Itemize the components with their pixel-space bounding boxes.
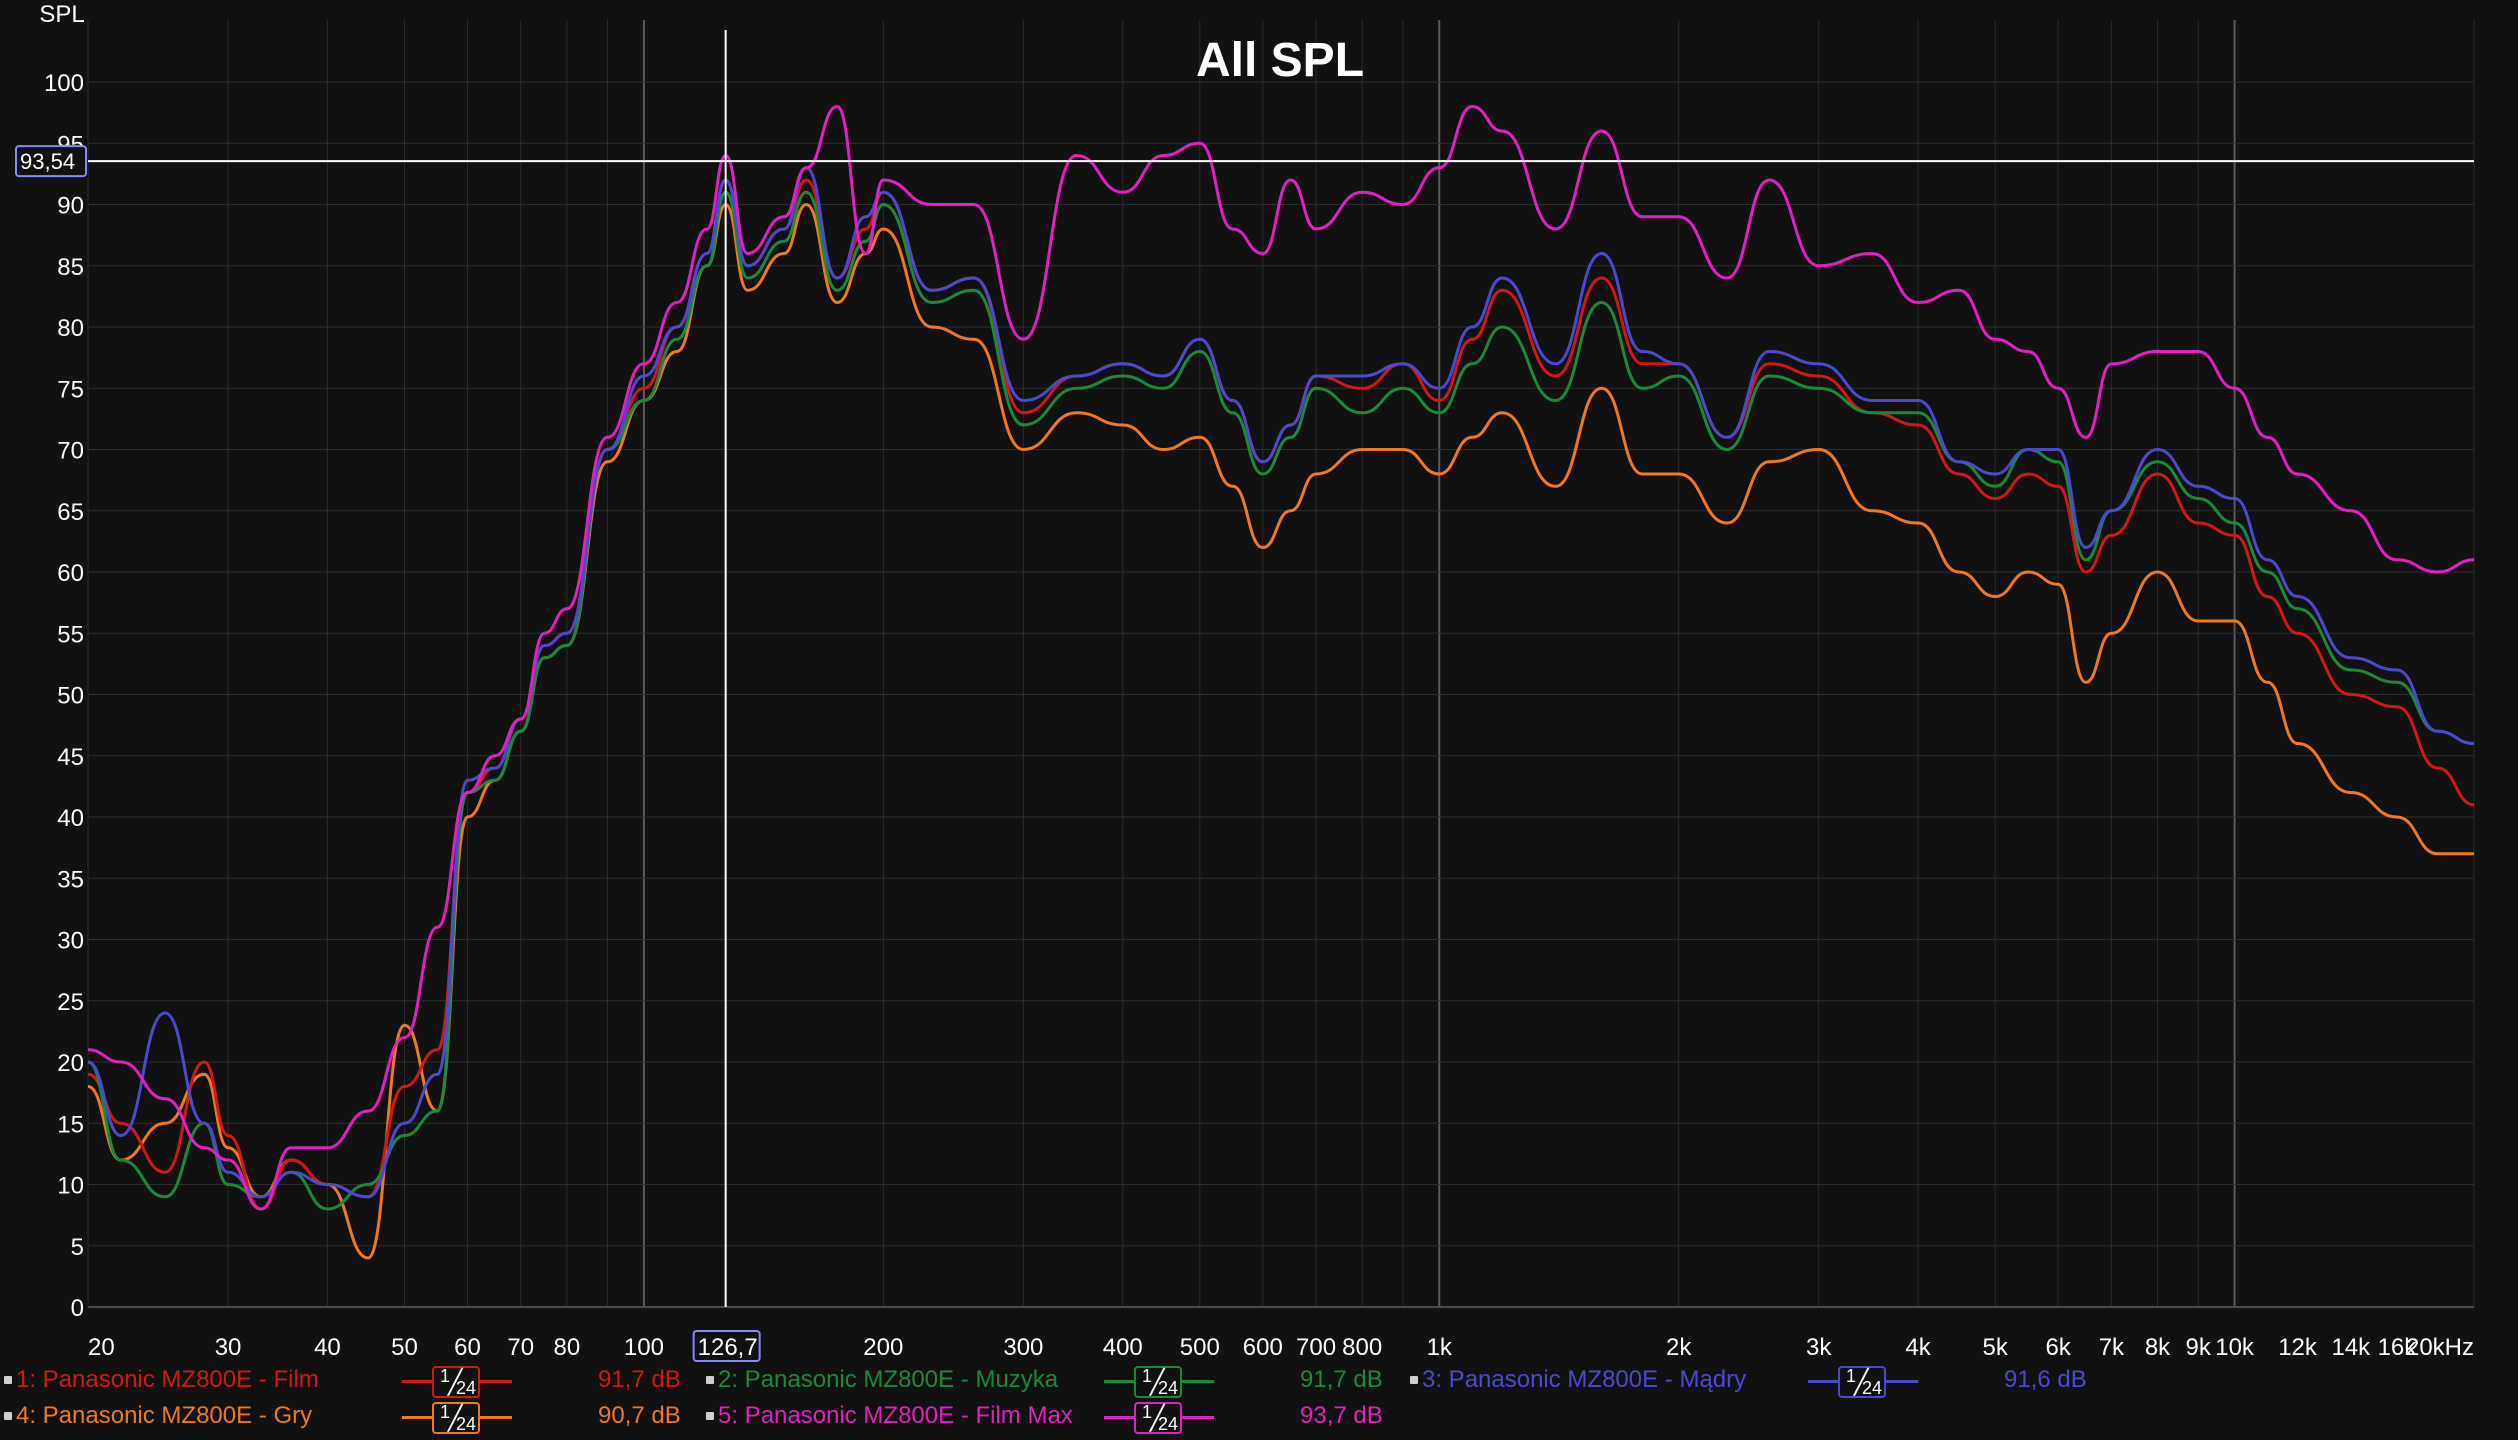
y-tick-label: 100: [44, 70, 84, 97]
smoothing-box: 1 ╱ 24: [432, 1366, 480, 1398]
smoothing-denominator: 24: [1862, 1378, 1883, 1398]
x-tick-label: 7k: [2099, 1334, 2125, 1361]
y-tick-label: 50: [57, 683, 84, 710]
x-tick-label: 200: [863, 1334, 903, 1361]
y-tick-label: 75: [57, 376, 84, 403]
series-visibility-checkbox[interactable]: [706, 1376, 714, 1384]
x-tick-label: 12k: [2278, 1334, 2318, 1361]
x-tick-label: 30: [215, 1334, 242, 1361]
x-tick-label: 40: [314, 1334, 341, 1361]
x-tick-label: 1k: [1427, 1334, 1453, 1361]
y-tick-label: 65: [57, 499, 84, 526]
x-tick-label: 6k: [2045, 1334, 2071, 1361]
y-tick-label: 10: [57, 1173, 84, 1200]
smoothing-denominator: 24: [1158, 1414, 1179, 1434]
smoothing-button-series-4[interactable]: 1 ╱ 24: [402, 1402, 512, 1434]
legend: 1: Panasonic MZ800E - Film 1 ╱ 24 91,7 dB …: [0, 1362, 2518, 1440]
x-tick-label: 2k: [1666, 1334, 1692, 1361]
x-tick-label: 4k: [1905, 1334, 1931, 1361]
legend-series-level: 91,7 dB: [1300, 1366, 1383, 1393]
legend-series-name: 3: Panasonic MZ800E - Mądry: [1422, 1366, 1747, 1393]
x-tick-label: 50: [391, 1334, 418, 1361]
x-tick-label: 600: [1243, 1334, 1283, 1361]
x-tick-label: 500: [1180, 1334, 1220, 1361]
x-tick-label: 9k: [2186, 1334, 2212, 1361]
y-tick-label: 5: [71, 1234, 84, 1261]
y-tick-label: 20: [57, 1050, 84, 1077]
y-tick-label: 90: [57, 193, 84, 220]
x-tick-label: 20: [88, 1334, 115, 1361]
smoothing-button-series-3[interactable]: 1 ╱ 24: [1808, 1366, 1918, 1398]
y-tick-label: 80: [57, 315, 84, 342]
cursor-y-readout: 93,54: [20, 149, 75, 174]
y-tick-label: 40: [57, 805, 84, 832]
legend-series-level: 91,7 dB: [598, 1366, 681, 1393]
x-tick-label: 100: [624, 1334, 664, 1361]
legend-series-level: 93,7 dB: [1300, 1402, 1383, 1429]
series-visibility-checkbox[interactable]: [4, 1412, 12, 1420]
y-tick-label: 55: [57, 621, 84, 648]
legend-series-level: 90,7 dB: [598, 1402, 681, 1429]
cursor-x-readout: 126,7: [698, 1334, 758, 1361]
smoothing-box: 1 ╱ 24: [1134, 1366, 1182, 1398]
y-tick-label: 30: [57, 928, 84, 955]
series-visibility-checkbox[interactable]: [706, 1412, 714, 1420]
y-tick-label: 0: [71, 1295, 84, 1322]
y-tick-label: 35: [57, 866, 84, 893]
x-tick-label: 3k: [1806, 1334, 1832, 1361]
y-tick-label: 25: [57, 989, 84, 1016]
x-tick-label: 700: [1296, 1334, 1336, 1361]
legend-series-name: 2: Panasonic MZ800E - Muzyka: [718, 1366, 1059, 1393]
smoothing-box: 1 ╱ 24: [1134, 1402, 1182, 1434]
y-axis-label: SPL: [39, 1, 84, 28]
spl-chart[interactable]: 0510152025303540455055606570758085909510…: [0, 0, 2518, 1362]
smoothing-denominator: 24: [456, 1414, 477, 1434]
legend-series-name: 1: Panasonic MZ800E - Film: [16, 1366, 319, 1393]
y-tick-label: 70: [57, 438, 84, 465]
smoothing-button-series-5[interactable]: 1 ╱ 24: [1104, 1402, 1214, 1434]
smoothing-box: 1 ╱ 24: [432, 1402, 480, 1434]
series-visibility-checkbox[interactable]: [4, 1376, 12, 1384]
x-tick-label: 20kHz: [2406, 1334, 2474, 1361]
series-visibility-checkbox[interactable]: [1410, 1376, 1418, 1384]
x-tick-label: 70: [507, 1334, 534, 1361]
legend-row-1: 1: Panasonic MZ800E - Film 1 ╱ 24 91,7 dB …: [0, 1362, 2518, 1398]
smoothing-box: 1 ╱ 24: [1838, 1366, 1886, 1398]
x-tick-label: 80: [553, 1334, 580, 1361]
smoothing-denominator: 24: [456, 1378, 477, 1398]
smoothing-button-series-1[interactable]: 1 ╱ 24: [402, 1366, 512, 1398]
smoothing-button-series-2[interactable]: 1 ╱ 24: [1104, 1366, 1214, 1398]
x-tick-label: 60: [454, 1334, 481, 1361]
x-tick-label: 10k: [2215, 1334, 2255, 1361]
chart-title: All SPL: [1196, 34, 1364, 87]
x-tick-label: 300: [1003, 1334, 1043, 1361]
legend-series-name: 5: Panasonic MZ800E - Film Max: [718, 1402, 1073, 1429]
y-tick-label: 45: [57, 744, 84, 771]
smoothing-denominator: 24: [1158, 1378, 1179, 1398]
x-tick-label: 8k: [2145, 1334, 2171, 1361]
x-tick-label: 400: [1103, 1334, 1143, 1361]
legend-row-2: 4: Panasonic MZ800E - Gry 1 ╱ 24 90,7 dB 5…: [0, 1398, 2518, 1434]
x-tick-label: 5k: [1982, 1334, 2008, 1361]
legend-series-level: 91,6 dB: [2004, 1366, 2087, 1393]
y-tick-label: 15: [57, 1111, 84, 1138]
y-tick-label: 85: [57, 254, 84, 281]
legend-series-name: 4: Panasonic MZ800E - Gry: [16, 1402, 313, 1429]
y-tick-label: 60: [57, 560, 84, 587]
x-tick-label: 14k: [2331, 1334, 2371, 1361]
x-tick-label: 800: [1342, 1334, 1382, 1361]
